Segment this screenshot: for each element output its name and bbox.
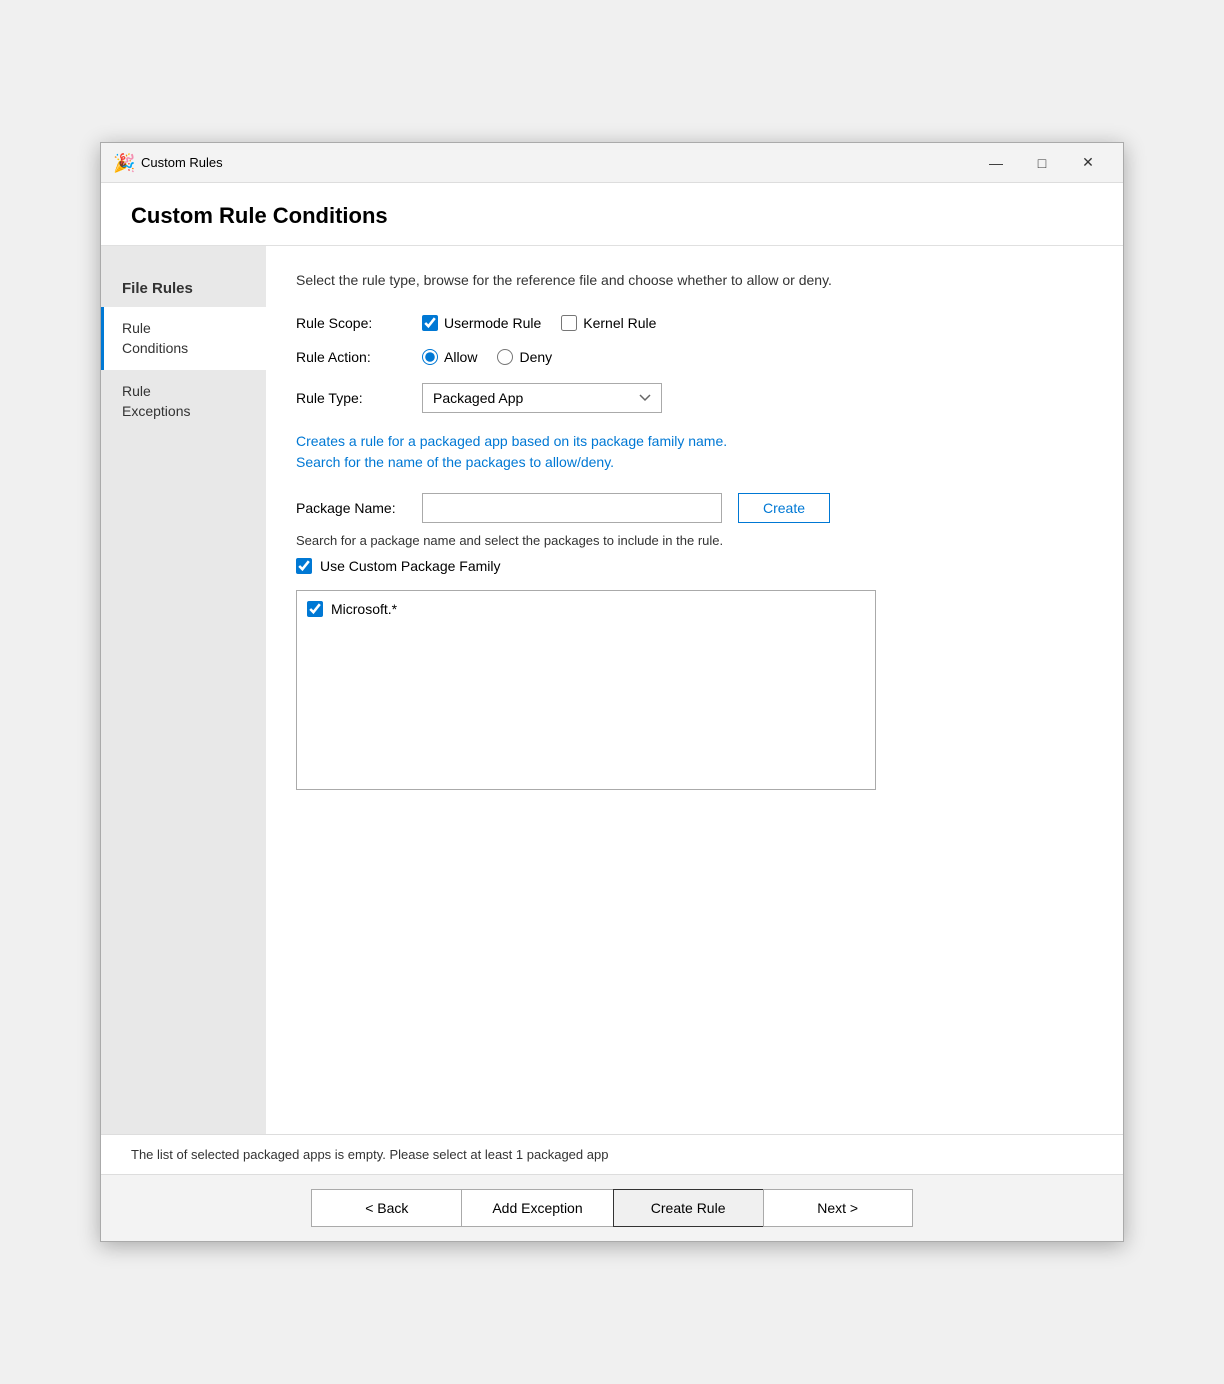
maximize-button[interactable]: □ <box>1019 147 1065 179</box>
usermode-rule-option[interactable]: Usermode Rule <box>422 315 541 331</box>
sidebar-item-rule-conditions[interactable]: RuleConditions <box>101 307 266 370</box>
package-list-container: Microsoft.* <box>296 590 876 790</box>
list-item: Microsoft.* <box>307 601 865 617</box>
create-button[interactable]: Create <box>738 493 830 523</box>
status-bar: The list of selected packaged apps is em… <box>101 1134 1123 1174</box>
allow-radio[interactable] <box>422 349 438 365</box>
info-text: Creates a rule for a packaged app based … <box>296 431 1093 473</box>
sidebar: File Rules RuleConditions RuleExceptions <box>101 246 266 1134</box>
page-title-area: Custom Rule Conditions <box>101 183 1123 246</box>
package-name-row: Package Name: Create <box>296 493 1093 523</box>
main-window: 🎉 Custom Rules — □ ✕ Custom Rule Conditi… <box>100 142 1124 1242</box>
use-custom-pkg-option[interactable]: Use Custom Package Family <box>296 558 1093 574</box>
usermode-label: Usermode Rule <box>444 315 541 331</box>
content-area: File Rules RuleConditions RuleExceptions… <box>101 246 1123 1134</box>
back-button[interactable]: < Back <box>311 1189 461 1227</box>
rule-action-options: Allow Deny <box>422 349 552 365</box>
status-text: The list of selected packaged apps is em… <box>131 1147 608 1162</box>
app-icon: 🎉 <box>113 153 133 173</box>
allow-option[interactable]: Allow <box>422 349 477 365</box>
create-rule-button[interactable]: Create Rule <box>613 1189 763 1227</box>
usermode-checkbox[interactable] <box>422 315 438 331</box>
allow-label: Allow <box>444 349 477 365</box>
rule-type-label: Rule Type: <box>296 390 406 406</box>
kernel-label: Kernel Rule <box>583 315 656 331</box>
kernel-rule-option[interactable]: Kernel Rule <box>561 315 656 331</box>
rule-action-row: Rule Action: Allow Deny <box>296 349 1093 365</box>
close-button[interactable]: ✕ <box>1065 147 1111 179</box>
package-name-input[interactable] <box>422 493 722 523</box>
next-button[interactable]: Next > <box>763 1189 913 1227</box>
search-hint-text: Search for a package name and select the… <box>296 533 1093 548</box>
minimize-button[interactable]: — <box>973 147 1019 179</box>
use-custom-pkg-label: Use Custom Package Family <box>320 558 501 574</box>
page-title: Custom Rule Conditions <box>131 203 1093 229</box>
kernel-checkbox[interactable] <box>561 315 577 331</box>
rule-scope-row: Rule Scope: Usermode Rule Kernel Rule <box>296 315 1093 331</box>
sidebar-item-rule-exceptions[interactable]: RuleExceptions <box>101 370 266 433</box>
deny-radio[interactable] <box>497 349 513 365</box>
microsoft-pkg-label: Microsoft.* <box>331 601 397 617</box>
rule-scope-options: Usermode Rule Kernel Rule <box>422 315 656 331</box>
main-panel: Select the rule type, browse for the ref… <box>266 246 1123 1134</box>
footer: < Back Add Exception Create Rule Next > <box>101 1174 1123 1241</box>
title-bar-controls: — □ ✕ <box>973 147 1111 179</box>
title-bar: 🎉 Custom Rules — □ ✕ <box>101 143 1123 183</box>
package-name-label: Package Name: <box>296 500 406 516</box>
microsoft-pkg-checkbox[interactable] <box>307 601 323 617</box>
use-custom-pkg-checkbox[interactable] <box>296 558 312 574</box>
add-exception-button[interactable]: Add Exception <box>461 1189 612 1227</box>
rule-action-label: Rule Action: <box>296 349 406 365</box>
deny-label: Deny <box>519 349 552 365</box>
rule-scope-label: Rule Scope: <box>296 315 406 331</box>
deny-option[interactable]: Deny <box>497 349 552 365</box>
description-text: Select the rule type, browse for the ref… <box>296 270 1093 291</box>
rule-type-row: Rule Type: Packaged App Publisher Hash P… <box>296 383 1093 413</box>
sidebar-section-file-rules: File Rules <box>101 266 266 307</box>
rule-type-dropdown[interactable]: Packaged App Publisher Hash Path <box>422 383 662 413</box>
window-title: Custom Rules <box>141 155 973 170</box>
